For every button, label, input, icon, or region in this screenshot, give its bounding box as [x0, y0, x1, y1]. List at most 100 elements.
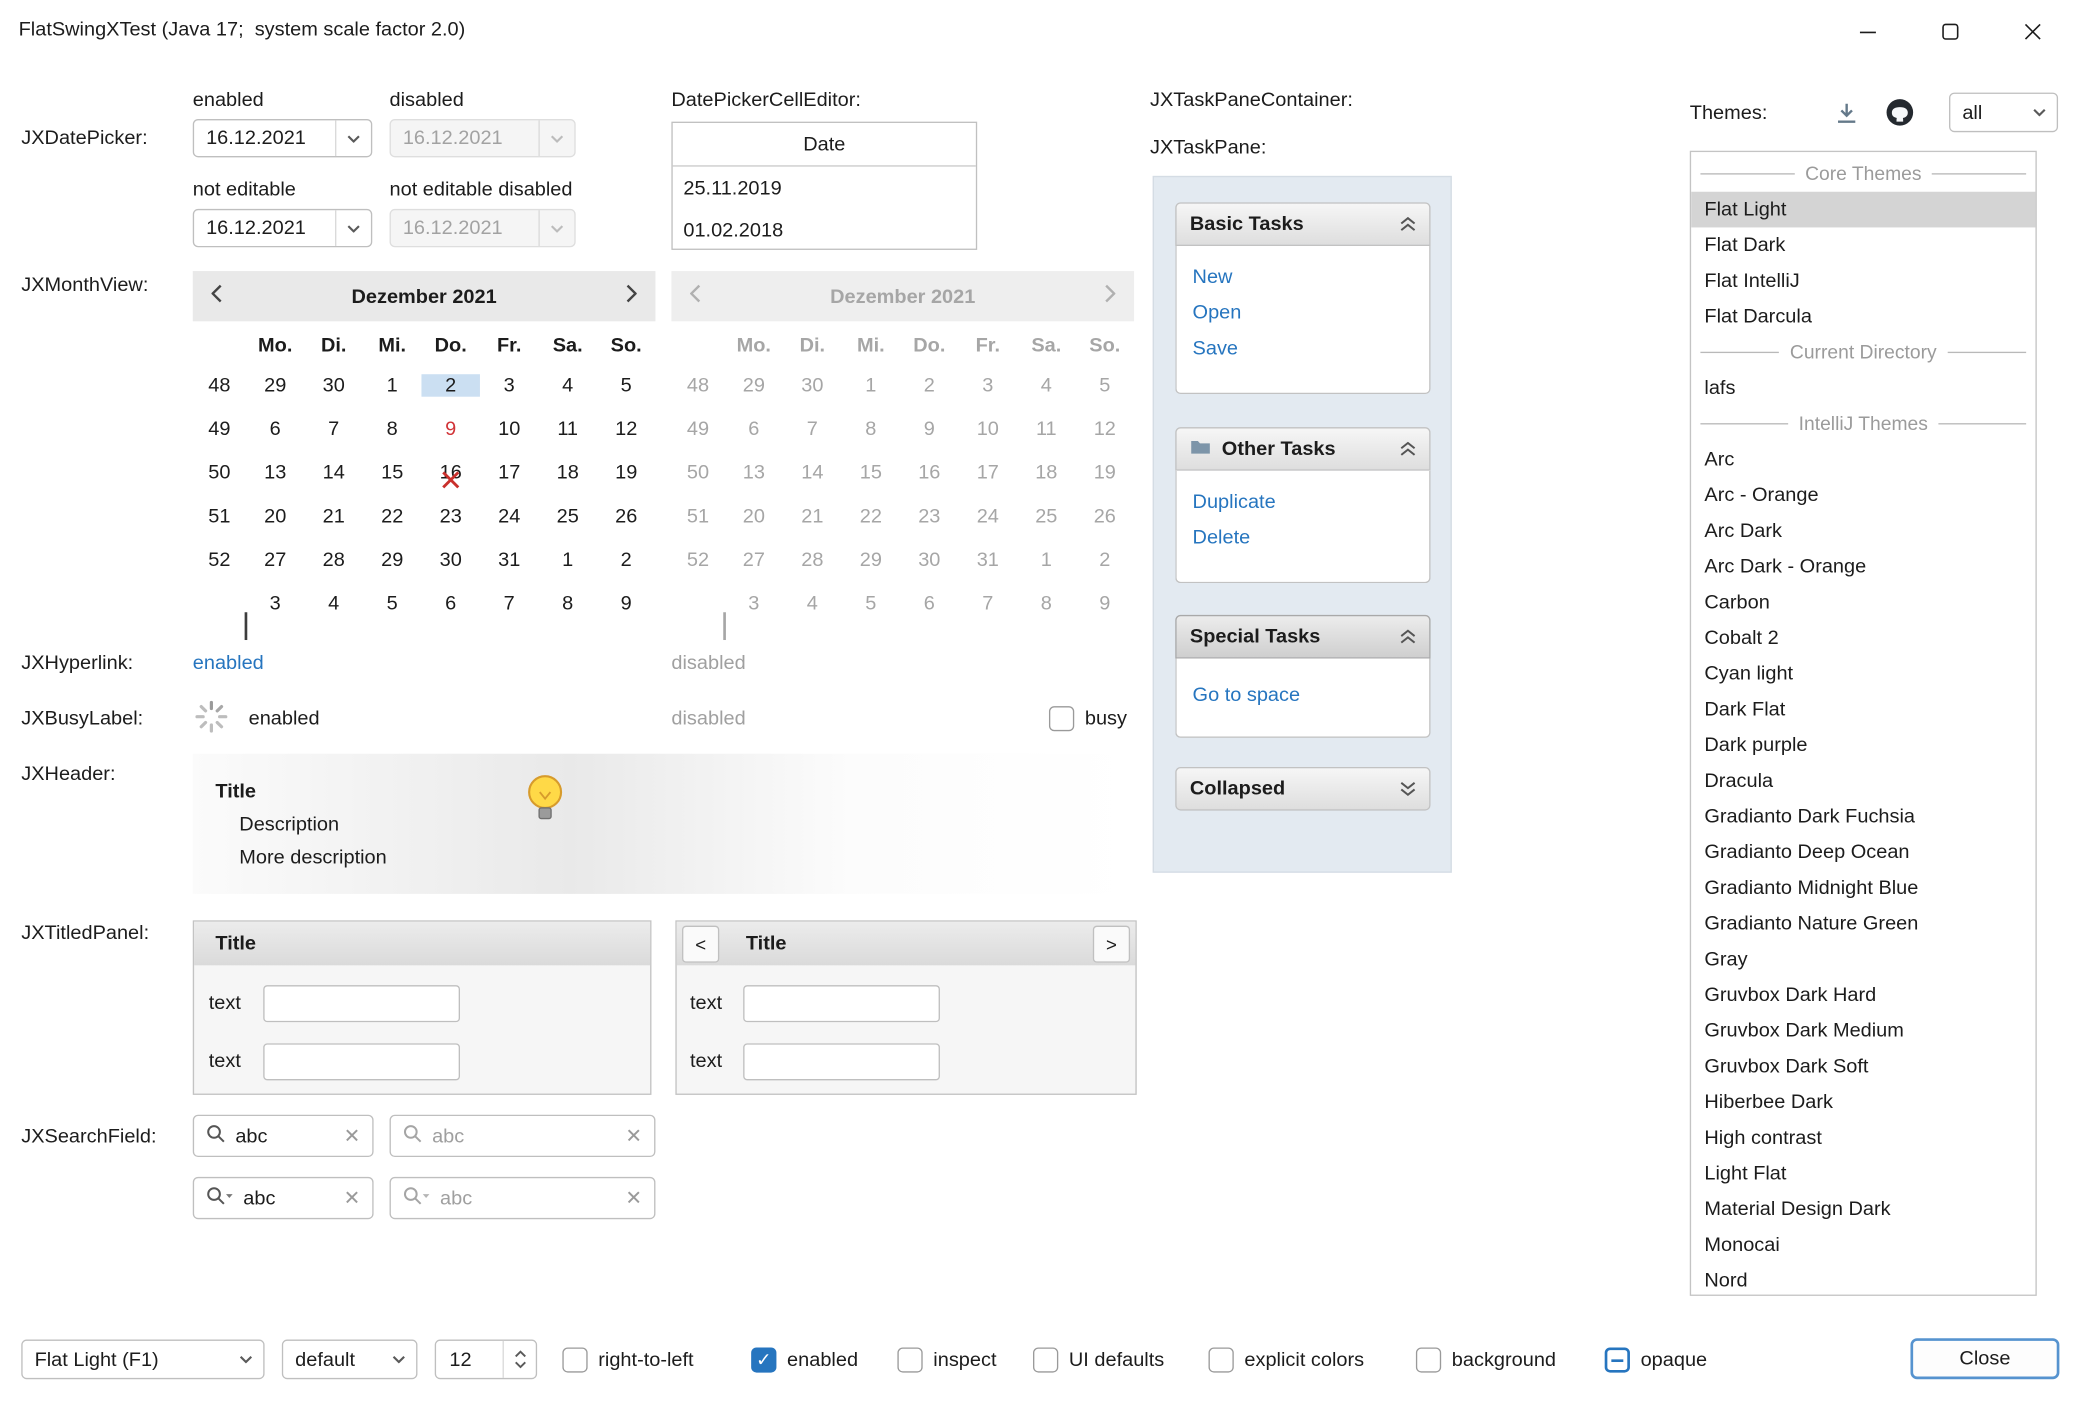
- theme-list-item[interactable]: Material Design Dark: [1691, 1191, 2035, 1227]
- search-menu-icon[interactable]: [206, 1185, 234, 1210]
- calendar-day[interactable]: 27: [246, 549, 304, 571]
- theme-list-item[interactable]: Flat Dark: [1691, 227, 2035, 263]
- download-icon[interactable]: [1833, 100, 1860, 133]
- checkbox-box[interactable]: ✓: [751, 1347, 776, 1372]
- search-text[interactable]: abc: [235, 1125, 267, 1147]
- theme-list-item[interactable]: Gruvbox Dark Hard: [1691, 977, 2035, 1013]
- theme-list-item[interactable]: Monocai: [1691, 1227, 2035, 1263]
- task-link[interactable]: Save: [1193, 331, 1414, 367]
- calendar-day[interactable]: 5: [597, 374, 655, 396]
- calendar-day[interactable]: 12: [597, 418, 655, 440]
- theme-list-item[interactable]: Gray: [1691, 942, 2035, 978]
- checkbox-box[interactable]: [562, 1347, 587, 1372]
- prev-month-icon[interactable]: [211, 284, 222, 308]
- theme-list-item[interactable]: Gradianto Midnight Blue: [1691, 870, 2035, 906]
- calendar-day[interactable]: 25: [538, 505, 596, 527]
- calendar-day[interactable]: 16: [421, 461, 479, 483]
- calendar-day[interactable]: 18: [538, 461, 596, 483]
- maximize-button[interactable]: [1909, 0, 1991, 63]
- text-input[interactable]: [743, 985, 940, 1022]
- theme-list-item[interactable]: Arc - Orange: [1691, 477, 2035, 513]
- calendar-day[interactable]: 14: [304, 461, 362, 483]
- close-button[interactable]: Close: [1910, 1338, 2059, 1379]
- calendar-day[interactable]: 19: [597, 461, 655, 483]
- close-window-button[interactable]: [1992, 0, 2074, 63]
- calendar-day[interactable]: 13: [246, 461, 304, 483]
- checkbox-ui-defaults[interactable]: UI defaults: [1033, 1347, 1164, 1372]
- task-link[interactable]: Open: [1193, 295, 1414, 331]
- checkbox-box[interactable]: [1209, 1347, 1234, 1372]
- checkbox-explicit-colors[interactable]: explicit colors: [1209, 1347, 1365, 1372]
- taskpane-collapsed-header[interactable]: Collapsed: [1175, 767, 1430, 811]
- clear-icon[interactable]: ✕: [344, 1124, 361, 1148]
- calendar-day[interactable]: 10: [480, 418, 538, 440]
- text-input[interactable]: [263, 985, 460, 1022]
- chevron-down-icon[interactable]: [229, 1341, 264, 1378]
- clear-icon[interactable]: ✕: [625, 1186, 642, 1210]
- theme-list-item[interactable]: Carbon: [1691, 584, 2035, 620]
- minimize-button[interactable]: [1827, 0, 1909, 63]
- chevron-up-icon[interactable]: [514, 1350, 526, 1358]
- datepicker-enabled[interactable]: 16.12.2021: [193, 119, 372, 157]
- calendar-day[interactable]: 31: [480, 549, 538, 571]
- hyperlink-enabled[interactable]: enabled: [193, 652, 264, 674]
- theme-list-item[interactable]: Gradianto Nature Green: [1691, 906, 2035, 942]
- calendar-day[interactable]: 5: [363, 592, 421, 614]
- theme-list-item[interactable]: Dark Flat: [1691, 692, 2035, 728]
- next-button[interactable]: >: [1093, 926, 1130, 963]
- theme-list-item[interactable]: lafs: [1691, 370, 2035, 406]
- theme-list-item[interactable]: High contrast: [1691, 1120, 2035, 1156]
- calendar-day[interactable]: 29: [246, 374, 304, 396]
- checkbox-box[interactable]: [1049, 706, 1074, 731]
- checkbox-enabled[interactable]: ✓enabled: [751, 1347, 858, 1372]
- theme-list-item[interactable]: Flat Darcula: [1691, 299, 2035, 335]
- checkbox-box[interactable]: [1605, 1347, 1630, 1372]
- busy-checkbox[interactable]: busy: [1049, 706, 1127, 731]
- calendar-day[interactable]: 9: [597, 592, 655, 614]
- calendar-day[interactable]: 6: [246, 418, 304, 440]
- calendar-day[interactable]: 1: [363, 374, 421, 396]
- theme-list-item[interactable]: Hiberbee Dark: [1691, 1084, 2035, 1120]
- chevron-down-icon[interactable]: [2022, 94, 2057, 131]
- taskpane-special-header[interactable]: Special Tasks: [1175, 615, 1430, 659]
- search-placeholder[interactable]: abc: [440, 1187, 472, 1209]
- calendar-day[interactable]: 6: [421, 592, 479, 614]
- theme-list-item[interactable]: Arc: [1691, 442, 2035, 478]
- checkbox-inspect[interactable]: inspect: [897, 1347, 996, 1372]
- font-size-spinner[interactable]: 12: [435, 1340, 537, 1380]
- calendar-day[interactable]: 22: [363, 505, 421, 527]
- calendar-day[interactable]: 2: [597, 549, 655, 571]
- style-combo[interactable]: default: [282, 1340, 418, 1380]
- search-placeholder[interactable]: abc: [432, 1125, 464, 1147]
- theme-list-item[interactable]: Arc Dark: [1691, 513, 2035, 549]
- checkbox-right-to-left[interactable]: right-to-left: [562, 1347, 693, 1372]
- collapse-icon[interactable]: [1400, 442, 1416, 457]
- theme-list-item[interactable]: Flat IntelliJ: [1691, 263, 2035, 299]
- themes-list[interactable]: Core ThemesFlat LightFlat DarkFlat Intel…: [1690, 151, 2037, 1296]
- calendar-day[interactable]: 2: [421, 374, 479, 396]
- clear-icon[interactable]: ✕: [625, 1124, 642, 1148]
- expand-icon[interactable]: [1400, 782, 1416, 797]
- calendar-day[interactable]: 17: [480, 461, 538, 483]
- calendar-day[interactable]: 30: [421, 549, 479, 571]
- calendar-day[interactable]: 30: [304, 374, 362, 396]
- task-link[interactable]: Go to space: [1193, 672, 1414, 713]
- calendar-day[interactable]: 8: [538, 592, 596, 614]
- themes-filter-combo[interactable]: all: [1949, 93, 2058, 133]
- calendar-day[interactable]: 3: [480, 374, 538, 396]
- taskpane-other-header[interactable]: Other Tasks: [1175, 427, 1430, 471]
- text-input[interactable]: [743, 1043, 940, 1080]
- search-field-with-menu[interactable]: abc ✕: [193, 1177, 374, 1219]
- theme-list-item[interactable]: Light Flat: [1691, 1156, 2035, 1192]
- calendar-day[interactable]: 4: [304, 592, 362, 614]
- theme-list-item[interactable]: Gradianto Deep Ocean: [1691, 834, 2035, 870]
- chevron-down-icon[interactable]: [514, 1361, 526, 1369]
- theme-list-item[interactable]: Flat Light: [1691, 192, 2035, 228]
- collapse-icon[interactable]: [1400, 217, 1416, 232]
- chevron-down-icon[interactable]: [335, 120, 371, 156]
- checkbox-opaque[interactable]: opaque: [1605, 1347, 1707, 1372]
- theme-list-item[interactable]: Gruvbox Dark Medium: [1691, 1013, 2035, 1049]
- table-row[interactable]: 25.11.2019: [673, 167, 976, 209]
- calendar-day[interactable]: 3: [246, 592, 304, 614]
- collapse-icon[interactable]: [1400, 629, 1416, 644]
